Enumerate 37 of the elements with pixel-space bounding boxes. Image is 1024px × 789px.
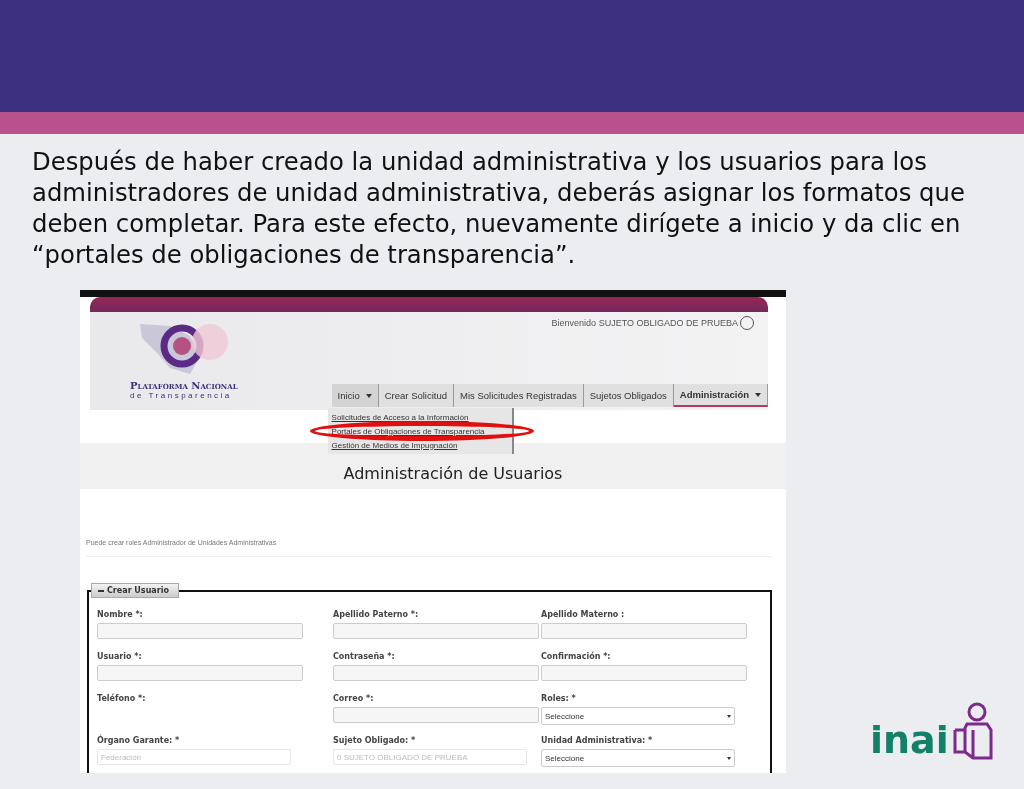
input-field[interactable]: [333, 707, 539, 723]
field-label: Correo *:: [333, 694, 375, 703]
input-field[interactable]: [97, 623, 303, 639]
input-field[interactable]: [97, 665, 303, 681]
field-label: Roles: *: [541, 694, 577, 703]
field-label: Usuario *:: [97, 652, 143, 661]
nav-tab[interactable]: Administración: [673, 384, 768, 407]
nav-tab[interactable]: Inicio: [331, 384, 379, 407]
field-label: Apellido Materno :: [541, 610, 626, 619]
field-label: Sujeto Obligado: *: [333, 736, 417, 745]
welcome-text: Bienvenido SUJETO OBLIGADO DE PRUEBA: [551, 318, 738, 328]
collapse-button[interactable]: Crear Usuario: [91, 583, 179, 598]
caret-icon: [727, 756, 731, 760]
field-label: Confirmación *:: [541, 652, 612, 661]
page-title: Administración de Usuarios: [342, 464, 563, 483]
caret-icon: [727, 714, 731, 718]
field-label: Teléfono *:: [97, 694, 147, 703]
input-field[interactable]: [541, 665, 747, 681]
disabled-field: Federación: [97, 749, 291, 765]
minus-icon: [98, 589, 104, 592]
menu-item[interactable]: Portales de Obligaciones de Transparencia: [327, 426, 489, 436]
select-field[interactable]: Seleccione: [541, 749, 735, 767]
select-field[interactable]: Seleccione: [541, 707, 735, 725]
field-label: Contraseña *:: [333, 652, 396, 661]
logo-title: Plataforma Nacional: [130, 380, 239, 391]
field-label: Apellido Paterno *:: [333, 610, 420, 619]
field-label: Órgano Garante: *: [97, 736, 181, 745]
input-field[interactable]: [333, 623, 539, 639]
input-field[interactable]: [541, 623, 747, 639]
menu-item[interactable]: Solicitudes de Acceso a la Información: [327, 412, 473, 422]
field-label: Unidad Administrativa: *: [541, 736, 654, 745]
menu-item[interactable]: Gestión de Medios de Impugnación: [327, 440, 462, 450]
brand-logo-text: inai: [870, 718, 949, 762]
input-field[interactable]: [333, 665, 539, 681]
logo-subtitle: de Transparencia: [130, 391, 233, 400]
instruction-paragraph: Después de haber creado la unidad administrativa y los usuarios para los administradores de unidad administrativa, deberás asignar los formatos que deben completar. Para este efecto, nuevamente dirígete a inicio y da clic en “portales de obligaciones de transparencia”.: [32, 146, 966, 270]
field-label: Nombre *:: [97, 610, 144, 619]
